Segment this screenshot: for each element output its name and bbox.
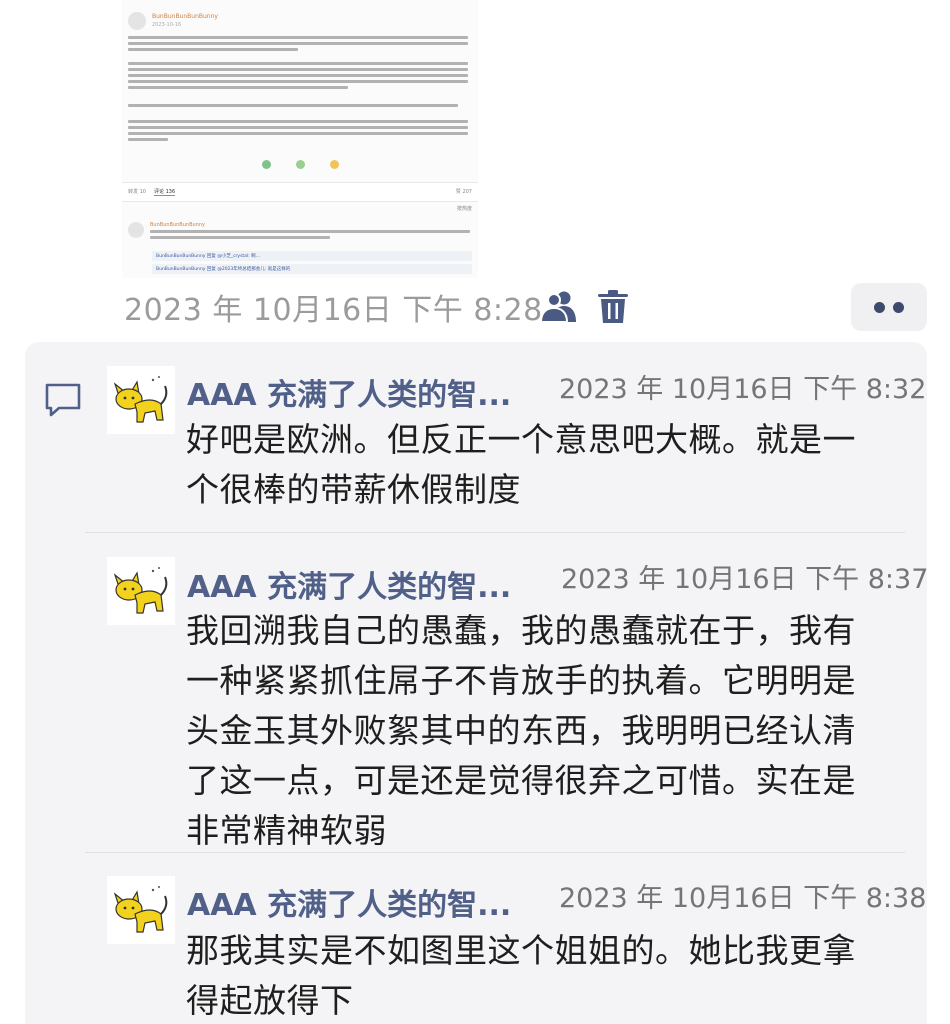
comment-author[interactable]: AAA 充满了人类的智... — [187, 562, 511, 606]
thumb-avatar — [128, 12, 146, 30]
comment-author[interactable]: AAA 充满了人类的智... — [187, 880, 511, 924]
comment-timestamp: 2023 年 10月16日 下午 8:38 — [559, 883, 927, 914]
trash-icon[interactable] — [597, 289, 629, 325]
thumb-tab: 转发 10 — [128, 189, 146, 195]
thumb-tab: 赞 207 — [455, 189, 472, 195]
thumb-reply: BunBunBunBunBunny 回复 @2023年终总结那会儿: 就是这样的 — [152, 264, 472, 274]
avatar[interactable] — [107, 876, 175, 944]
thumb-tab: 评论 136 — [154, 189, 176, 196]
post-timestamp: 2023 年 10月16日 下午 8:28 — [124, 293, 543, 328]
thumb-username: BunBunBunBunBunny — [152, 13, 218, 20]
divider — [85, 532, 905, 533]
people-icon[interactable] — [539, 288, 578, 324]
thumb-share-icon — [262, 160, 271, 169]
thumb-comment-icon — [296, 160, 305, 169]
thumb-tabs: 转发 10 评论 136 赞 207 — [122, 182, 478, 202]
avatar[interactable] — [107, 557, 175, 625]
comment-timestamp: 2023 年 10月16日 下午 8:32 — [559, 374, 927, 405]
attached-screenshot-image[interactable]: BunBunBunBunBunny 2023-10-16 转发 10 评论 13… — [122, 0, 478, 278]
comment-text: 我回溯我自己的愚蠢，我的愚蠢就在于，我有一种紧紧抓住屌子不肯放手的执着。它明明是… — [186, 611, 856, 850]
thumb-reply: BunBunBunBunBunny 回复 @小芝_crystal: 啊… — [152, 251, 472, 261]
thumb-date: 2023-10-16 — [152, 22, 182, 28]
thumb-sort: 按热度 — [456, 206, 472, 212]
avatar[interactable] — [107, 366, 175, 434]
comment-author[interactable]: AAA 充满了人类的智... — [187, 370, 511, 414]
divider — [85, 852, 905, 853]
thumb-comment-avatar — [128, 222, 144, 238]
more-dots-icon — [874, 302, 885, 313]
thumb-comment-username: BunBunBunBunBunny — [150, 222, 205, 228]
more-options-button[interactable] — [851, 283, 927, 331]
comment-timestamp: 2023 年 10月16日 下午 8:37 — [561, 564, 929, 595]
moment-detail-page: BunBunBunBunBunny 2023-10-16 转发 10 评论 13… — [0, 0, 950, 1024]
thumb-like-icon — [330, 160, 339, 169]
comment-text: 好吧是欧洲。但反正一个意思吧大概。就是一个很棒的带薪休假制度 — [186, 420, 856, 509]
comment-text: 那我其实是不如图里这个姐姐的。她比我更拿得起放得下 — [186, 931, 856, 1020]
comment-icon — [44, 382, 82, 418]
